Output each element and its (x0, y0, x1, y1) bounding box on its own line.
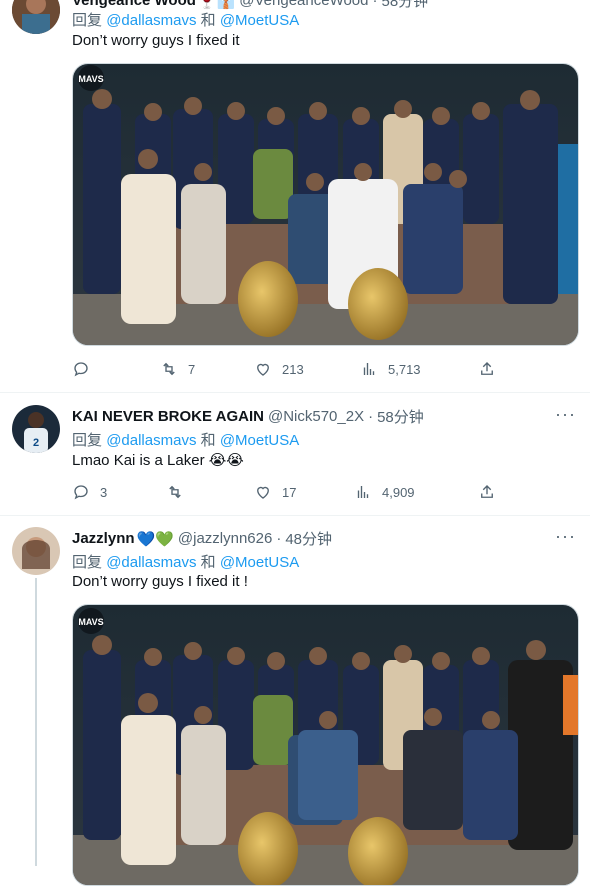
retweet-count: 7 (188, 361, 196, 377)
author-name[interactable]: KAI NEVER BROKE AGAIN (72, 408, 264, 425)
reply-context: 回复 @dallasmavs 和 @MoetUSA (72, 9, 299, 30)
mention-link[interactable]: @MoetUSA (220, 554, 299, 571)
views-count: 4,909 (382, 484, 415, 500)
separator-dot: · (276, 530, 282, 547)
reply-icon (74, 485, 88, 500)
avatar-image (12, 527, 60, 575)
tweet-media-photo[interactable]: MAVS (72, 604, 579, 886)
avatar-image (12, 0, 60, 34)
author-handle[interactable]: @jazzlynn626 (178, 530, 272, 547)
author-name[interactable]: Jazzlynn (72, 530, 135, 547)
mavs-logo: MAVS (78, 617, 103, 627)
tweet-text: Don’t worry guys I fixed it (72, 32, 240, 49)
heart-icon (257, 486, 269, 499)
conjunction: 和 (200, 432, 216, 449)
timestamp[interactable]: 58分钟 (377, 406, 424, 427)
tweet-media-photo[interactable]: MAVS (72, 63, 579, 346)
reply-prefix: 回复 (72, 432, 103, 449)
author-handle[interactable]: @Nick570_2X (268, 408, 364, 425)
conjunction: 和 (200, 554, 216, 571)
timestamp[interactable]: 48分钟 (285, 528, 332, 549)
tweet-actions: 7 213 5,713 (72, 360, 502, 380)
team-photo: MAVS (73, 64, 578, 345)
reply-count: 3 (100, 484, 108, 500)
tweet-header: KAI NEVER BROKE AGAIN @Nick570_2X · 58分钟 (72, 406, 424, 427)
thread-connector-line (35, 578, 37, 866)
reply-context: 回复 @dallasmavs 和 @MoetUSA (72, 429, 299, 450)
reply-context: 回复 @dallasmavs 和 @MoetUSA (72, 551, 299, 572)
retweet-button[interactable]: 7 (160, 360, 195, 378)
tweet-3[interactable]: Jazzlynn 💙💚 @jazzlynn626 · 48分钟 ··· 回复 @… (0, 516, 590, 886)
like-button[interactable]: 17 (254, 483, 296, 501)
avatar[interactable] (12, 527, 60, 575)
avatar[interactable]: 2 (12, 405, 60, 453)
team-photo: MAVS (73, 605, 578, 885)
views-button[interactable]: 4,909 (354, 483, 415, 501)
like-count: 213 (282, 361, 304, 377)
tweet-text: Don’t worry guys I fixed it ! (72, 573, 248, 590)
like-button[interactable]: 213 (254, 360, 304, 378)
heart-icon (257, 363, 269, 376)
author-name[interactable]: Vengeance Wood (72, 0, 196, 9)
views-button[interactable]: 5,713 (360, 360, 421, 378)
separator-dot: · (372, 0, 378, 9)
author-name-emoji: 💙💚 (136, 530, 174, 548)
avatar-image: 2 (12, 405, 60, 453)
tweet-2[interactable]: 2 KAI NEVER BROKE AGAIN @Nick570_2X · 58… (0, 393, 590, 515)
mention-link[interactable]: @dallasmavs (106, 554, 196, 571)
mention-link[interactable]: @MoetUSA (220, 432, 299, 449)
tweet-1[interactable]: Vengeance Wood 🍷👔 @VengeanceWood · 58分钟 … (0, 0, 590, 392)
jersey-number: 2 (33, 437, 39, 449)
reply-icon (74, 362, 88, 377)
views-count: 5,713 (388, 361, 421, 377)
tweet-text: Lmao Kai is a Laker 😭😭 (72, 452, 244, 469)
retweet-button[interactable] (166, 483, 194, 501)
reply-button[interactable] (72, 360, 100, 378)
mention-link[interactable]: @dallasmavs (106, 432, 196, 449)
timestamp[interactable]: 58分钟 (382, 0, 429, 11)
more-options-button[interactable]: ··· (555, 404, 576, 425)
retweet-icon (169, 485, 181, 499)
mavs-logo: MAVS (78, 74, 103, 84)
conjunction: 和 (200, 12, 216, 29)
share-icon (481, 485, 493, 498)
share-icon (481, 362, 493, 375)
separator-dot: · (368, 408, 374, 425)
mention-link[interactable]: @dallasmavs (106, 12, 196, 29)
reply-prefix: 回复 (72, 12, 103, 29)
author-handle[interactable]: @VengeanceWood (239, 0, 368, 9)
mention-link[interactable]: @MoetUSA (220, 12, 299, 29)
reply-prefix: 回复 (72, 554, 103, 571)
like-count: 17 (282, 484, 297, 500)
share-button[interactable] (478, 360, 496, 378)
views-chart-icon (357, 486, 369, 498)
reply-button[interactable]: 3 (72, 483, 107, 501)
tweet-header: Jazzlynn 💙💚 @jazzlynn626 · 48分钟 (72, 528, 332, 549)
more-options-button[interactable]: ··· (555, 526, 576, 547)
tweet-actions: 3 17 4,909 (72, 483, 502, 503)
share-button[interactable] (478, 483, 496, 501)
retweet-icon (163, 362, 175, 376)
views-chart-icon (363, 363, 375, 375)
avatar[interactable] (12, 0, 60, 34)
